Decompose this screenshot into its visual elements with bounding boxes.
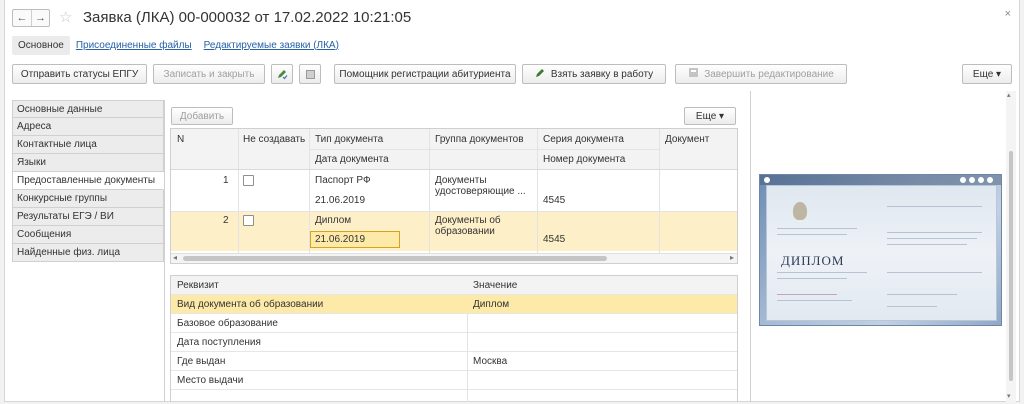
row1-doc-number[interactable]: 4545 [543,195,565,206]
col-header-value[interactable]: Значение [473,280,517,291]
back-button[interactable]: ← [13,10,31,26]
nav-item-main-data[interactable]: Основные данные [12,100,164,118]
tab-attached-files[interactable]: Присоединенные файлы [70,36,198,55]
row1-doc-group[interactable]: Документы удостоверяющие ... [435,175,535,197]
command-bar: Отправить статусы ЕПГУ Записать и закрыт… [12,64,1014,84]
documents-panel: Добавить Еще ▾ N Не создавать Тип докуме… [164,100,742,402]
take-to-work-button[interactable]: Взять заявку в работу [522,64,666,84]
nav-item-addresses[interactable]: Адреса [12,118,164,136]
more-menu-button[interactable]: Еще ▾ [962,64,1012,84]
col-header-doc-type[interactable]: Тип документа [315,134,383,145]
scroll-down-icon[interactable]: ▾ [1007,392,1011,400]
col-header-doc-series[interactable]: Серия документа [543,134,624,145]
nav-item-messages[interactable]: Сообщения [12,226,164,244]
row2-doc-group[interactable]: Документы об образовании [435,215,535,237]
applicant-assistant-button[interactable]: Помощник регистрации абитуриента [334,64,516,84]
add-document-button[interactable]: Добавить [171,107,233,125]
row1-doc-date[interactable]: 21.06.2019 [315,195,365,206]
preview-vertical-scrollbar[interactable]: ▴ ▾ [1006,91,1016,402]
take-to-work-label: Взять заявку в работу [550,68,654,80]
scroll-up-icon[interactable]: ▴ [1007,91,1011,99]
table-horizontal-scrollbar[interactable]: ◂ ▸ [171,253,737,263]
history-navigation: ← → [12,9,50,27]
tab-edited-requests[interactable]: Редактируемые заявки (ЛКА) [198,36,345,55]
attribute-row-selected[interactable]: Вид документа об образовании Диплом [171,295,737,314]
favorite-star-icon[interactable]: ☆ [59,8,72,26]
viewer-zoom-out-icon[interactable] [960,177,966,183]
finish-editing-label: Завершить редактирование [704,68,834,80]
col-header-document[interactable]: Документ [665,134,709,145]
tab-main[interactable]: Основное [12,35,70,55]
col-header-doc-number[interactable]: Номер документа [543,154,625,165]
image-viewer-toolbar [760,175,1001,185]
finish-editing-button[interactable]: Завершить редактирование [675,64,847,84]
viewer-close-icon[interactable] [764,177,770,183]
nav-item-languages[interactable]: Языки [12,154,164,172]
row1-number: 1 [223,175,229,186]
scrollbar-thumb[interactable] [183,256,607,261]
table-icon [305,69,315,79]
attributes-header: Реквизит Значение [171,276,737,295]
diploma-page: ДИПЛОМ [766,185,997,321]
attribute-row[interactable]: Где выдан Москва [171,352,737,371]
forward-button[interactable]: → [31,10,49,26]
nav-item-competition-groups[interactable]: Конкурсные группы [12,190,164,208]
documents-table: N Не создавать Тип документа Дата докуме… [170,128,738,264]
section-navigation: Основные данные Адреса Контактные лица Я… [12,100,164,262]
row2-doc-date[interactable]: 21.06.2019 [315,234,365,245]
col-header-n[interactable]: N [177,134,184,145]
pencil-icon [535,67,546,81]
attribute-value[interactable]: Москва [473,356,507,367]
row2-doc-type[interactable]: Диплом [315,215,351,226]
attribute-value[interactable]: Диплом [473,299,509,310]
row2-no-create-checkbox[interactable] [243,215,254,226]
title-bar: ← → ☆ Заявка (ЛКА) 00-000032 от 17.02.20… [5,0,1019,34]
attributes-table: Реквизит Значение Вид документа об образ… [170,275,738,402]
nav-item-contacts[interactable]: Контактные лица [12,136,164,154]
attribute-key: Базовое образование [177,318,278,329]
row1-no-create-checkbox[interactable] [243,175,254,186]
diploma-scan-image[interactable]: ДИПЛОМ [759,174,1002,326]
attribute-key: Дата поступления [177,337,261,348]
row2-doc-number[interactable]: 4545 [543,234,565,245]
col-header-doc-date[interactable]: Дата документа [315,154,389,165]
diploma-heading: ДИПЛОМ [781,253,845,268]
viewer-fullscreen-icon[interactable] [987,177,993,183]
emblem-icon [793,202,807,220]
scroll-right-icon[interactable]: ▸ [730,253,734,262]
attribute-key: Место выдачи [177,375,244,386]
scrollbar-thumb[interactable] [1009,151,1013,381]
attribute-row[interactable]: Дата поступления [171,333,737,352]
scroll-left-icon[interactable]: ◂ [173,253,177,262]
col-header-doc-group[interactable]: Группа документов [435,134,524,145]
document-preview-panel: ДИПЛОМ ▴ ▾ [750,91,1016,402]
nav-item-exam-results[interactable]: Результаты ЕГЭ / ВИ [12,208,164,226]
col-header-no-create[interactable]: Не создавать [243,134,305,145]
window-title: Заявка (ЛКА) 00-000032 от 17.02.2022 10:… [83,9,412,26]
nav-item-provided-documents[interactable]: Предоставленные документы [12,172,164,190]
viewer-zoom-in-icon[interactable] [969,177,975,183]
edit-button[interactable] [271,64,293,84]
pencil-check-icon [278,70,288,80]
document-window: ← → ☆ Заявка (ЛКА) 00-000032 от 17.02.20… [4,0,1020,402]
row1-doc-type[interactable]: Паспорт РФ [315,175,371,186]
documents-more-button[interactable]: Еще ▾ [684,107,736,125]
finish-icon [688,67,699,81]
close-icon[interactable]: × [1005,8,1011,20]
send-statuses-button[interactable]: Отправить статусы ЕПГУ [12,64,147,84]
col-header-attribute[interactable]: Реквизит [177,280,219,291]
viewer-rotate-icon[interactable] [978,177,984,183]
grid-view-button[interactable] [299,64,321,84]
nav-item-found-persons[interactable]: Найденные физ. лица [12,244,164,262]
save-close-button[interactable]: Записать и закрыть [153,64,265,84]
attribute-row[interactable]: Место выдачи [171,371,737,390]
row2-number: 2 [223,215,229,226]
attribute-key: Вид документа об образовании [177,299,324,310]
attribute-row[interactable]: Базовое образование [171,314,737,333]
form-tabs: Основное Присоединенные файлы Редактируе… [12,35,345,55]
attribute-key: Где выдан [177,356,226,367]
